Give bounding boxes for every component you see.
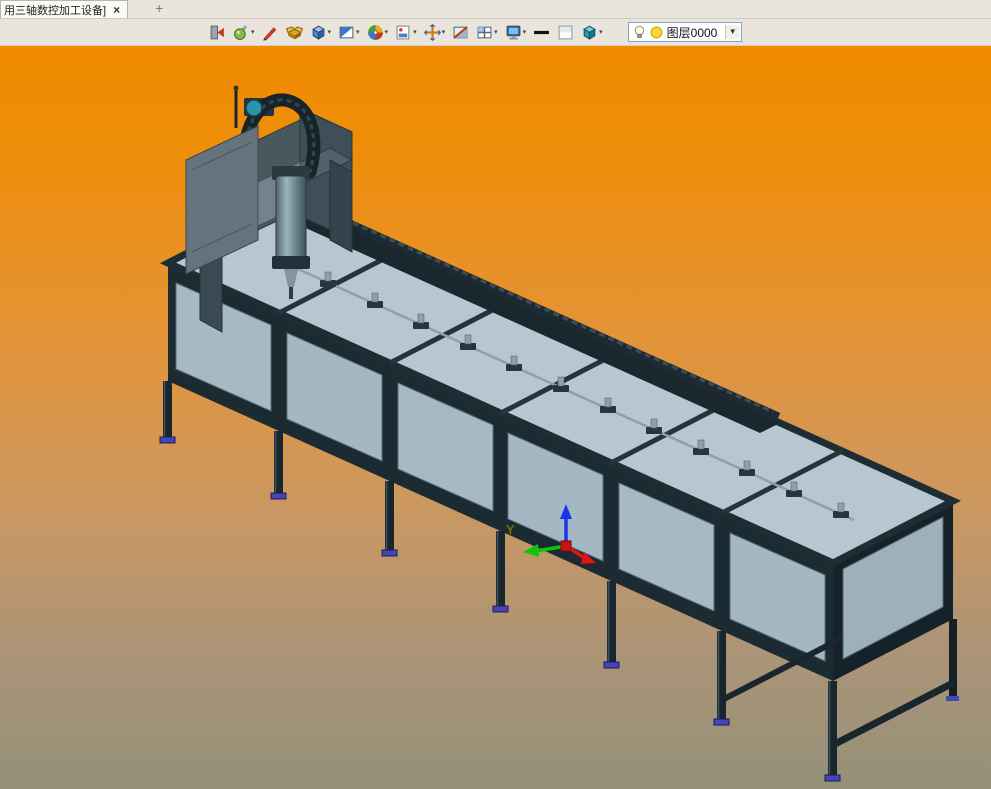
dropdown-caret[interactable]: ▾: [413, 29, 417, 36]
render-style-button[interactable]: ▾: [336, 23, 362, 42]
dropdown-caret[interactable]: ▾: [356, 29, 360, 36]
snapshot-icon: [396, 25, 410, 39]
exit-icon: [210, 25, 224, 39]
view-cube-button[interactable]: ▾: [308, 23, 334, 42]
section-icon: [453, 25, 468, 39]
shaded-view-button[interactable]: ▾: [579, 23, 605, 42]
annotation-button[interactable]: [260, 23, 281, 42]
dropdown-caret[interactable]: ▾: [328, 29, 332, 36]
monitor-icon: [506, 25, 521, 40]
tab-bar: 用三轴数控加工设备] × +: [0, 0, 991, 19]
line-width-icon: [534, 30, 550, 34]
viewport-layout-button[interactable]: ▾: [474, 23, 500, 42]
triad-y-label: Y: [506, 522, 515, 537]
line-width-button[interactable]: [531, 23, 552, 42]
toolbar: ▾ ▾ ▾ ▾ ▾ ▾ ▾ ▾ ▾ 图层0000 ▼: [0, 19, 991, 46]
dropdown-caret[interactable]: ▾: [523, 29, 527, 36]
color-wheel-icon: [367, 24, 383, 40]
color-wheel-button[interactable]: ▾: [365, 23, 391, 42]
viewport-3d[interactable]: Y: [0, 46, 991, 789]
layer-name: 图层0000: [666, 25, 718, 40]
background-color-button[interactable]: [555, 23, 576, 42]
dropdown-caret[interactable]: ▾: [442, 29, 446, 36]
layer-visibility-bulb-icon[interactable]: [633, 25, 646, 39]
layer-color-swatch[interactable]: [650, 26, 663, 39]
document-tab[interactable]: 用三轴数控加工设备] ×: [0, 0, 129, 18]
pencil-icon: [262, 26, 276, 41]
render-style-icon: [339, 26, 354, 38]
exit-viewer-button[interactable]: [207, 23, 228, 42]
machine-model: Y: [159, 85, 962, 782]
move-arrows-icon: [423, 23, 441, 41]
layout-icon: [477, 26, 492, 38]
dropdown-caret[interactable]: ▾: [599, 29, 603, 36]
open-box-icon: [285, 25, 303, 39]
new-tab-button[interactable]: +: [148, 0, 170, 18]
move-button[interactable]: ▾: [422, 23, 448, 42]
gantry-motor: [245, 99, 263, 117]
tab-title: 用三轴数控加工设备]: [4, 4, 107, 17]
layer-selector[interactable]: 图层0000 ▼: [627, 22, 742, 42]
shaded-cube-icon: [583, 25, 596, 40]
dropdown-caret[interactable]: ▾: [494, 29, 498, 36]
appearance-icon: [234, 24, 248, 40]
section-button[interactable]: [450, 23, 471, 42]
cube-icon: [311, 25, 325, 40]
dropdown-caret[interactable]: ▾: [251, 29, 255, 36]
triad-origin: [560, 540, 572, 552]
layer-dropdown-caret[interactable]: ▼: [724, 25, 740, 39]
background-swatch-icon: [558, 25, 573, 39]
tab-close-button[interactable]: ×: [113, 4, 120, 16]
display-mode-button[interactable]: ▾: [503, 23, 529, 42]
explode-button[interactable]: [284, 23, 305, 42]
snapshot-button[interactable]: ▾: [393, 23, 419, 42]
dropdown-caret[interactable]: ▾: [385, 29, 389, 36]
appearance-button[interactable]: ▾: [231, 23, 257, 42]
